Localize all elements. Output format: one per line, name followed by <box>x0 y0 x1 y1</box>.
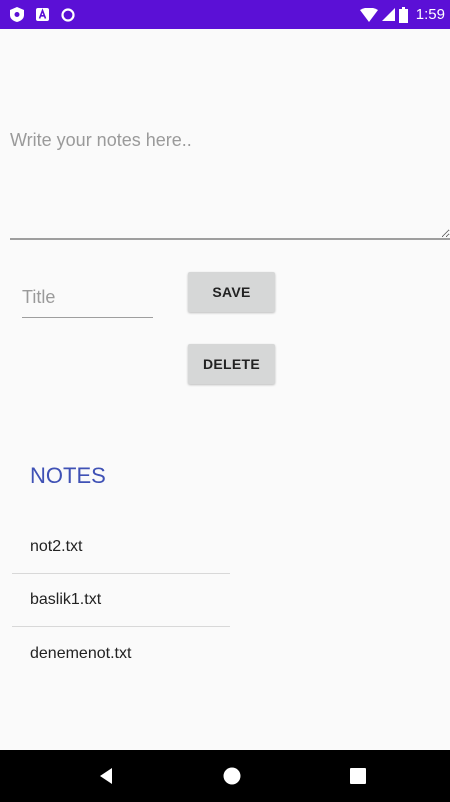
circle-icon <box>61 7 75 22</box>
notes-list: not2.txt baslik1.txt denemenot.txt <box>12 521 230 680</box>
notes-input[interactable] <box>10 60 450 238</box>
list-item-label: denemenot.txt <box>30 644 132 662</box>
save-button[interactable]: SAVE <box>188 272 275 312</box>
list-item[interactable]: baslik1.txt <box>12 574 230 627</box>
title-field <box>22 279 153 318</box>
status-bar-right: 1:59 <box>359 6 445 23</box>
status-bar: 1:59 <box>0 0 450 29</box>
list-item[interactable]: denemenot.txt <box>12 627 230 680</box>
delete-button[interactable]: DELETE <box>188 344 275 384</box>
shield-icon <box>10 7 24 22</box>
list-item-label: not2.txt <box>30 538 83 555</box>
battery-icon <box>398 6 408 23</box>
title-input[interactable] <box>22 279 153 315</box>
navigation-bar <box>0 750 450 802</box>
status-bar-left <box>10 7 75 22</box>
recents-icon[interactable] <box>348 766 368 786</box>
wifi-icon <box>359 7 378 22</box>
status-time: 1:59 <box>415 6 445 23</box>
a-icon <box>36 8 49 21</box>
notes-area <box>10 60 450 240</box>
list-item-label: baslik1.txt <box>30 591 102 608</box>
signal-icon <box>381 8 395 21</box>
notes-heading: NOTES <box>30 463 106 488</box>
back-icon[interactable] <box>96 766 116 786</box>
home-icon[interactable] <box>222 766 242 786</box>
list-item[interactable]: not2.txt <box>12 521 230 574</box>
